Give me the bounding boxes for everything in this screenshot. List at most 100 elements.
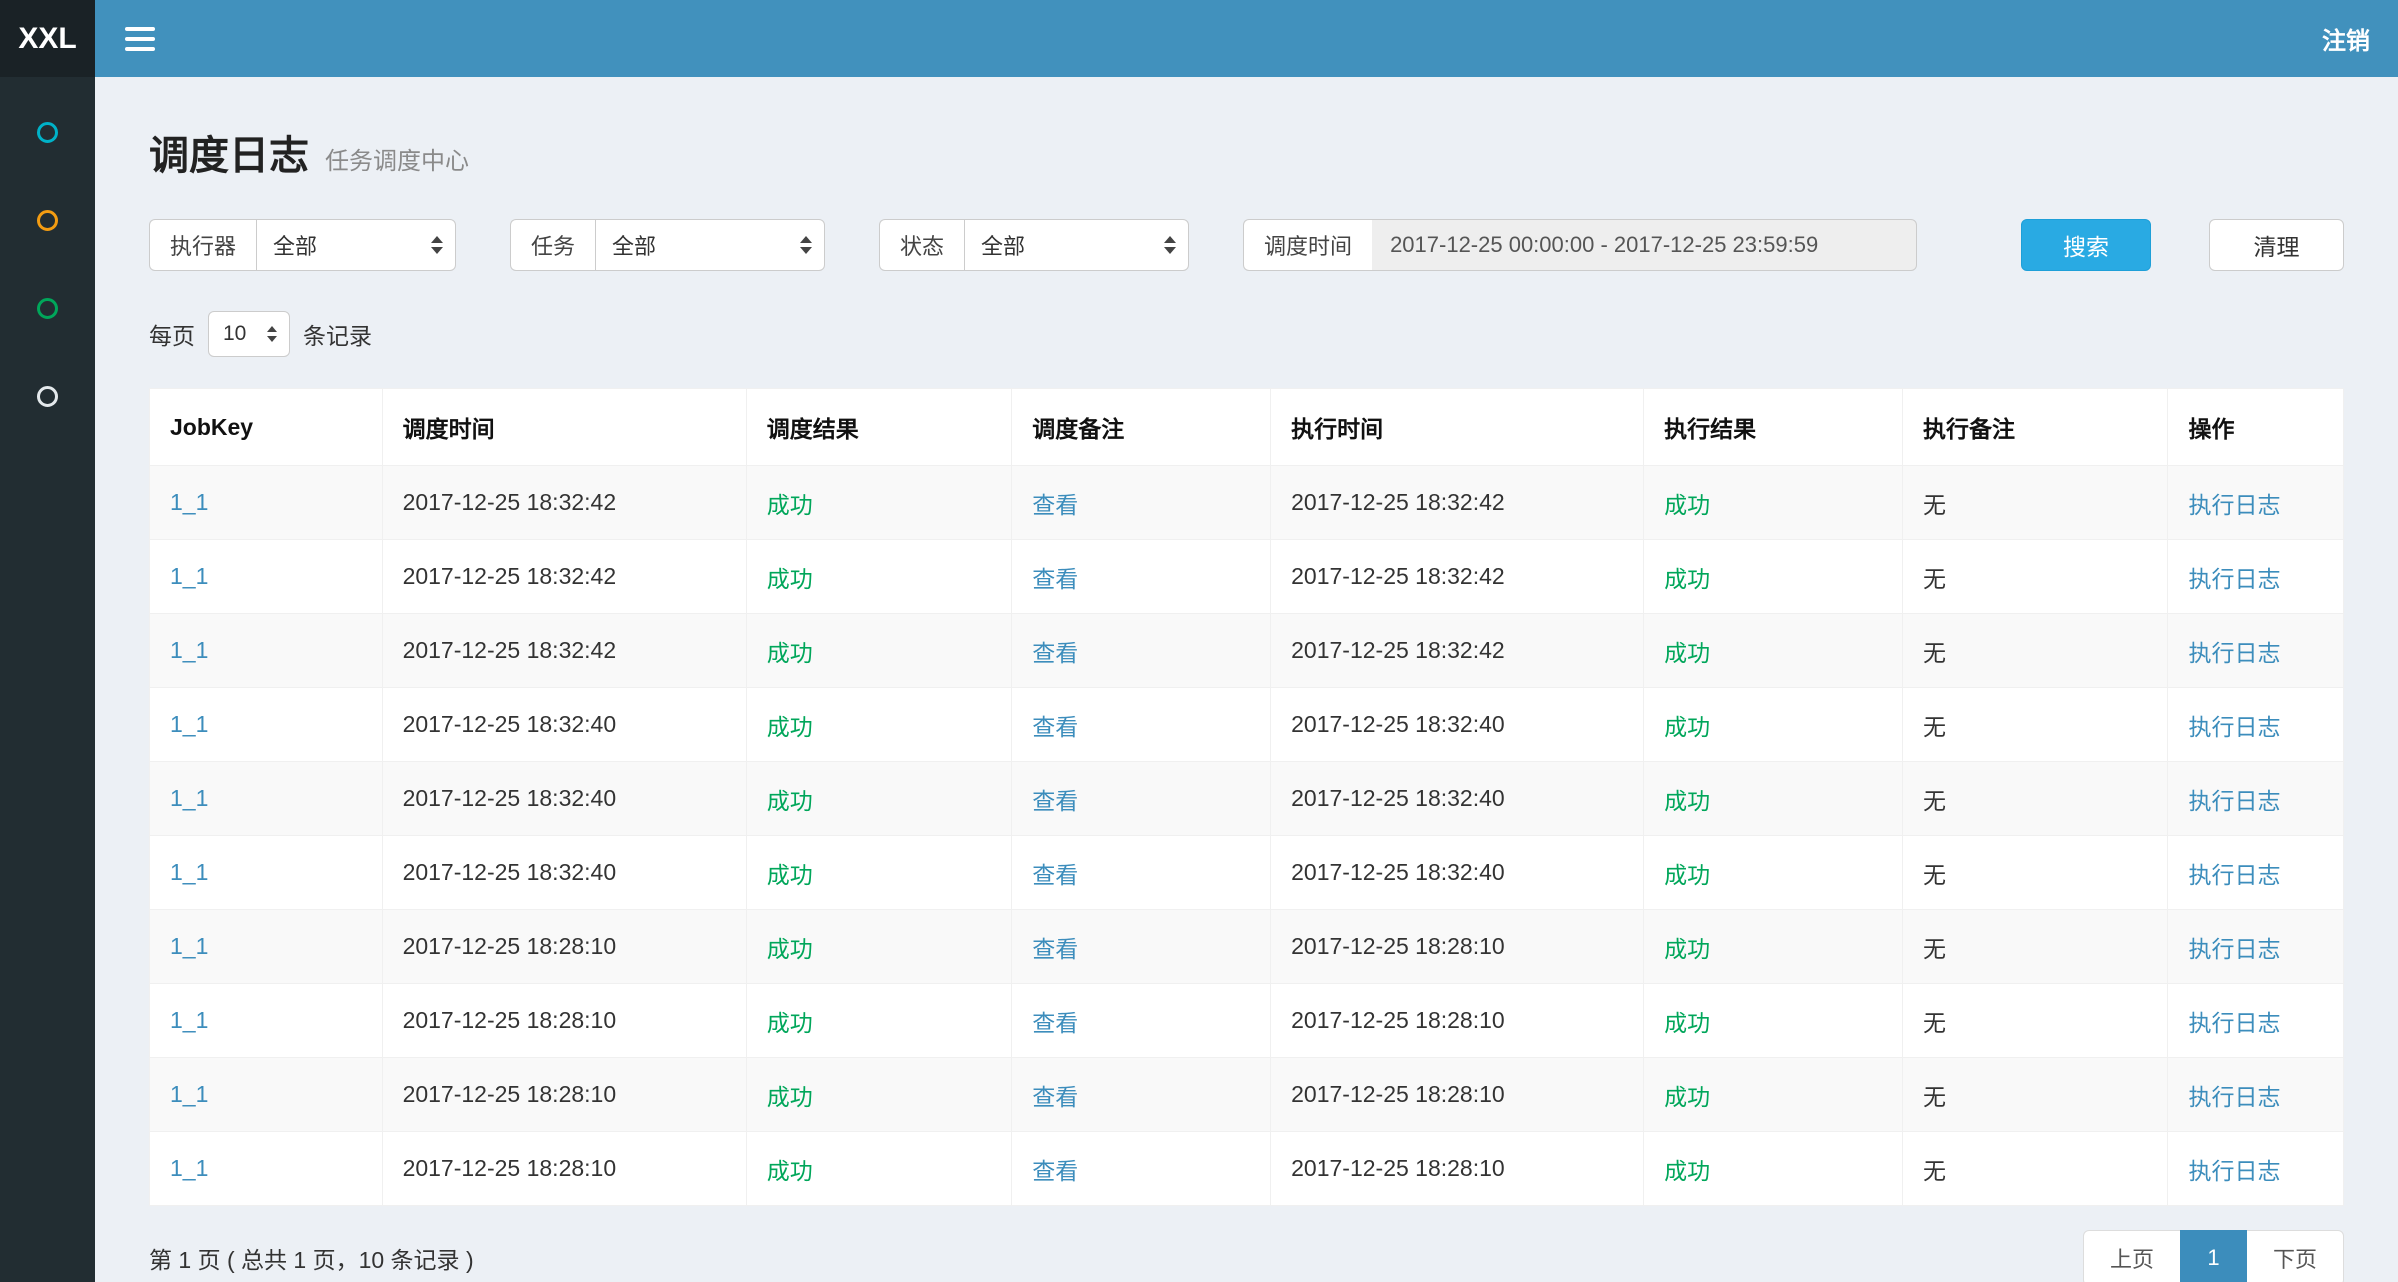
trigger-time-range-input[interactable]: [1372, 219, 1917, 271]
pagination: 上页 1 下页: [2083, 1230, 2344, 1282]
action-log-link-cell: 执行日志: [2168, 466, 2344, 540]
executor-label: 执行器: [149, 219, 256, 271]
page-subtitle: 任务调度中心: [325, 141, 469, 176]
trigger-msg-link[interactable]: 查看: [1032, 1158, 1078, 1184]
select-arrows-icon: [431, 236, 443, 254]
action-log-link[interactable]: 执行日志: [2188, 788, 2280, 814]
job-key-link-cell: 1_1: [150, 1058, 383, 1132]
column-header: 执行时间: [1271, 389, 1644, 466]
handle-time: 2017-12-25 18:32:42: [1271, 614, 1644, 688]
sidebar-item[interactable]: [0, 386, 95, 406]
handle-result: 成功: [1644, 540, 1903, 614]
prev-page-button[interactable]: 上页: [2083, 1230, 2181, 1282]
column-header: 执行备注: [1902, 389, 2167, 466]
handle-time: 2017-12-25 18:32:40: [1271, 762, 1644, 836]
job-key-link[interactable]: 1_1: [170, 1081, 208, 1107]
job-filter: 任务 全部: [510, 219, 825, 271]
trigger-time: 2017-12-25 18:28:10: [382, 1132, 746, 1206]
trigger-msg-link[interactable]: 查看: [1032, 1084, 1078, 1110]
job-select-value: 全部: [612, 229, 656, 261]
trigger-msg-link[interactable]: 查看: [1032, 1010, 1078, 1036]
job-key-link[interactable]: 1_1: [170, 1007, 208, 1033]
job-key-link[interactable]: 1_1: [170, 859, 208, 885]
circle-outline-icon: [37, 386, 58, 407]
executor-select[interactable]: 全部: [256, 219, 456, 271]
sidebar-item[interactable]: [0, 122, 95, 142]
trigger-msg-link[interactable]: 查看: [1032, 492, 1078, 518]
job-key-link-cell: 1_1: [150, 836, 383, 910]
sidebar-item[interactable]: [0, 210, 95, 230]
main-layout: 调度日志 任务调度中心 执行器 全部 任务 全部 状态: [0, 77, 2398, 1282]
action-log-link[interactable]: 执行日志: [2188, 640, 2280, 666]
trigger-time-filter: 调度时间: [1243, 219, 1917, 271]
table-row: 1_12017-12-25 18:28:10成功查看2017-12-25 18:…: [150, 910, 2344, 984]
trigger-msg-link-cell: 查看: [1012, 762, 1271, 836]
job-key-link[interactable]: 1_1: [170, 933, 208, 959]
navbar-main: 注销: [95, 0, 2398, 77]
next-page-button[interactable]: 下页: [2246, 1230, 2344, 1282]
handle-result: 成功: [1644, 984, 1903, 1058]
handle-msg: 无: [1902, 688, 2167, 762]
trigger-msg-link-cell: 查看: [1012, 1132, 1271, 1206]
action-log-link[interactable]: 执行日志: [2188, 492, 2280, 518]
handle-msg: 无: [1902, 910, 2167, 984]
action-log-link[interactable]: 执行日志: [2188, 714, 2280, 740]
table-row: 1_12017-12-25 18:28:10成功查看2017-12-25 18:…: [150, 984, 2344, 1058]
action-log-link-cell: 执行日志: [2168, 540, 2344, 614]
trigger-msg-link[interactable]: 查看: [1032, 640, 1078, 666]
action-log-link[interactable]: 执行日志: [2188, 1010, 2280, 1036]
status-select[interactable]: 全部: [964, 219, 1189, 271]
trigger-result: 成功: [746, 762, 1011, 836]
job-key-link[interactable]: 1_1: [170, 637, 208, 663]
job-label: 任务: [510, 219, 595, 271]
trigger-msg-link[interactable]: 查看: [1032, 788, 1078, 814]
trigger-result: 成功: [746, 466, 1011, 540]
circle-outline-icon: [37, 298, 58, 319]
circle-outline-icon: [37, 122, 58, 143]
search-button[interactable]: 搜索: [2021, 219, 2151, 271]
action-log-link[interactable]: 执行日志: [2188, 566, 2280, 592]
action-log-link[interactable]: 执行日志: [2188, 1158, 2280, 1184]
action-log-link[interactable]: 执行日志: [2188, 862, 2280, 888]
sidebar-toggle-button[interactable]: [125, 27, 155, 51]
job-key-link[interactable]: 1_1: [170, 1155, 208, 1181]
clear-button[interactable]: 清理: [2209, 219, 2344, 271]
trigger-result: 成功: [746, 836, 1011, 910]
job-key-link[interactable]: 1_1: [170, 489, 208, 515]
trigger-msg-link[interactable]: 查看: [1032, 936, 1078, 962]
executor-select-value: 全部: [273, 229, 317, 261]
trigger-result: 成功: [746, 1058, 1011, 1132]
trigger-msg-link-cell: 查看: [1012, 540, 1271, 614]
trigger-msg-link[interactable]: 查看: [1032, 566, 1078, 592]
job-key-link-cell: 1_1: [150, 984, 383, 1058]
job-key-link[interactable]: 1_1: [170, 711, 208, 737]
job-key-link[interactable]: 1_1: [170, 563, 208, 589]
page-size-select[interactable]: 10: [208, 311, 290, 357]
current-page-button[interactable]: 1: [2180, 1230, 2247, 1282]
sidebar-item[interactable]: [0, 298, 95, 318]
action-log-link[interactable]: 执行日志: [2188, 1084, 2280, 1110]
page-size-row: 每页 10 条记录: [149, 311, 2344, 357]
trigger-msg-link[interactable]: 查看: [1032, 714, 1078, 740]
handle-msg: 无: [1902, 466, 2167, 540]
handle-result: 成功: [1644, 910, 1903, 984]
handle-msg: 无: [1902, 614, 2167, 688]
log-table: JobKey调度时间调度结果调度备注执行时间执行结果执行备注操作 1_12017…: [149, 388, 2344, 1206]
handle-result: 成功: [1644, 688, 1903, 762]
job-key-link-cell: 1_1: [150, 762, 383, 836]
table-header-row: JobKey调度时间调度结果调度备注执行时间执行结果执行备注操作: [150, 389, 2344, 466]
trigger-msg-link[interactable]: 查看: [1032, 862, 1078, 888]
trigger-time: 2017-12-25 18:32:42: [382, 540, 746, 614]
action-log-link[interactable]: 执行日志: [2188, 936, 2280, 962]
trigger-time-label: 调度时间: [1243, 219, 1372, 271]
trigger-result: 成功: [746, 984, 1011, 1058]
table-row: 1_12017-12-25 18:32:40成功查看2017-12-25 18:…: [150, 688, 2344, 762]
trigger-result: 成功: [746, 540, 1011, 614]
job-key-link-cell: 1_1: [150, 466, 383, 540]
handle-time: 2017-12-25 18:32:42: [1271, 540, 1644, 614]
job-select[interactable]: 全部: [595, 219, 825, 271]
job-key-link[interactable]: 1_1: [170, 785, 208, 811]
logout-button[interactable]: 注销: [2322, 21, 2370, 56]
column-header: JobKey: [150, 389, 383, 466]
trigger-msg-link-cell: 查看: [1012, 984, 1271, 1058]
